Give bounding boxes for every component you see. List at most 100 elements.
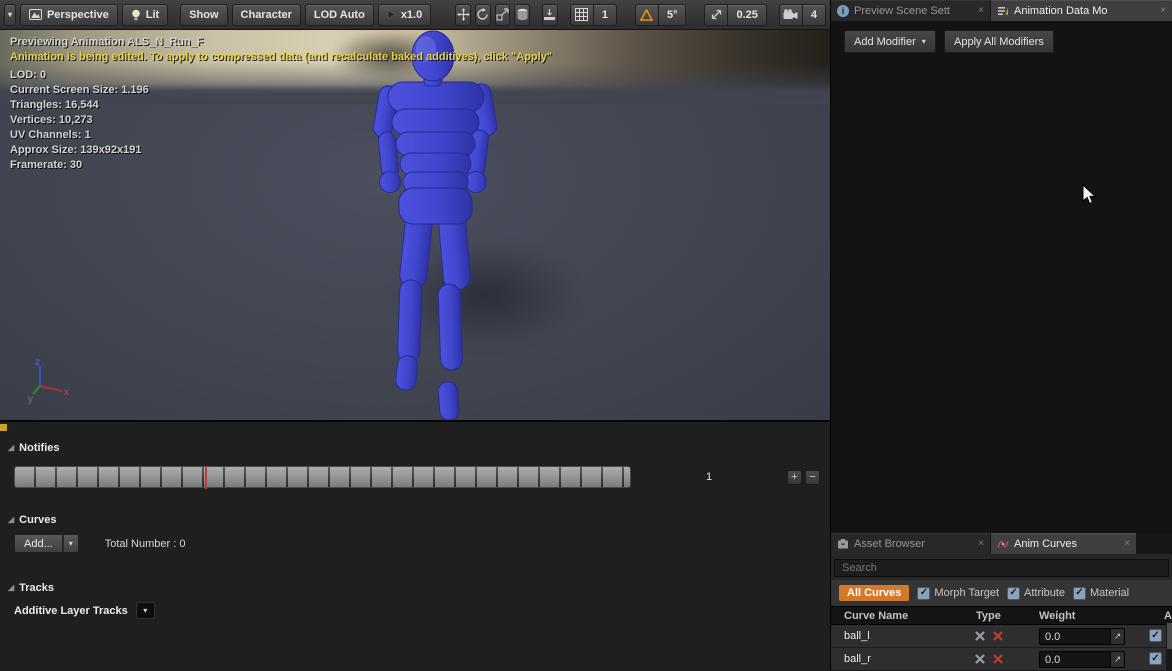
morph-target-filter[interactable]: ✓ Morph Target — [917, 587, 999, 600]
additive-tracks-row: Additive Layer Tracks ▾ — [14, 602, 155, 619]
tab-preview-scene-settings[interactable]: i Preview Scene Sett × — [831, 0, 990, 21]
scrollbar-thumb[interactable] — [1167, 623, 1172, 649]
tab-label: Animation Data Mo — [1014, 5, 1155, 17]
grid-icon — [575, 8, 588, 21]
weight-field[interactable]: 0.0 ↗ — [1039, 651, 1125, 668]
playhead[interactable] — [205, 466, 207, 489]
morph-target-checkbox[interactable]: ✓ — [917, 587, 930, 600]
add-notify-track-button[interactable]: + — [787, 470, 802, 485]
show-label: Show — [189, 9, 218, 21]
attribute-checkbox[interactable]: ✓ — [1007, 587, 1020, 600]
check-icon: ✓ — [1009, 588, 1017, 598]
camera-speed-value: 4 — [811, 9, 817, 21]
curves-add-row: Add... ▾ Total Number : 0 — [14, 534, 185, 553]
playback-speed-button[interactable]: x1.0 — [378, 4, 431, 26]
material-filter[interactable]: ✓ Material — [1073, 587, 1129, 600]
curve-row-ball-r[interactable]: ball_r 0.0 ↗ ✓ — [831, 648, 1172, 671]
chevron-down-icon: ▾ — [143, 607, 147, 615]
chevron-down-icon: ▾ — [69, 540, 73, 548]
rotation-snap-value-button[interactable]: 5° — [659, 4, 687, 26]
panel-accent — [0, 424, 7, 431]
scale-snap-value-button[interactable]: 0.25 — [728, 4, 766, 26]
asset-browser-icon — [837, 538, 849, 550]
scale-tool-button[interactable] — [495, 4, 511, 26]
grid-snap-value-button[interactable]: 1 — [594, 4, 617, 26]
close-icon[interactable]: × — [1124, 539, 1130, 549]
notifies-section-header[interactable]: ◢ Notifies — [8, 442, 60, 454]
right-dock: i Preview Scene Sett × Animation Data Mo… — [830, 0, 1172, 671]
translate-tool-button[interactable] — [455, 4, 471, 26]
curve-list-scrollbar[interactable] — [1166, 622, 1172, 671]
curve-editor-button[interactable]: ↗ — [1110, 629, 1124, 644]
tracks-section-header[interactable]: ◢ Tracks — [8, 582, 54, 594]
lightbulb-icon — [131, 9, 141, 21]
right-top-tabbar: i Preview Scene Sett × Animation Data Mo… — [831, 0, 1172, 21]
auto-checkbox[interactable]: ✓ — [1149, 629, 1162, 642]
morph-target-filter-label: Morph Target — [934, 587, 999, 599]
expander-icon: ◢ — [8, 516, 14, 524]
perspective-button[interactable]: Perspective — [20, 4, 118, 26]
axis-x-label: x — [64, 387, 69, 398]
tab-anim-curves[interactable]: Anim Curves × — [991, 533, 1136, 554]
viewport-stats-overlay: Previewing Animation ALS_N_Run_F Animati… — [10, 35, 552, 173]
tracks-label: Tracks — [19, 582, 54, 594]
scale-snap-button[interactable] — [704, 4, 728, 26]
tab-label: Preview Scene Sett — [854, 5, 973, 17]
tab-asset-browser[interactable]: Asset Browser × — [831, 533, 990, 554]
surface-snap-icon — [543, 8, 556, 21]
check-icon: ✓ — [920, 588, 928, 598]
stat-approx-size: Approx Size: 139x92x191 — [10, 143, 552, 158]
close-icon[interactable]: × — [978, 6, 984, 16]
weight-value: 0.0 — [1040, 631, 1110, 643]
search-input[interactable] — [834, 559, 1169, 577]
lit-button[interactable]: Lit — [122, 4, 168, 26]
column-weight: Weight — [1039, 610, 1075, 622]
axis-gizmo: z x y — [26, 356, 70, 404]
camera-speed-value-button[interactable]: 4 — [803, 4, 826, 26]
diagonal-scale-icon — [710, 8, 723, 21]
right-bottom-tabbar: Asset Browser × Anim Curves × — [831, 533, 1172, 554]
stat-triangles: Triangles: 16,544 — [10, 98, 552, 113]
show-button[interactable]: Show — [180, 4, 227, 26]
lit-label: Lit — [146, 9, 159, 21]
tab-animation-data-modifiers[interactable]: Animation Data Mo × — [991, 0, 1172, 21]
add-curve-dropdown-button[interactable]: ▾ — [63, 534, 79, 553]
character-label: Character — [241, 9, 292, 21]
apply-all-modifiers-button[interactable]: Apply All Modifiers — [944, 30, 1054, 53]
animation-data-modifiers-panel: i Preview Scene Sett × Animation Data Mo… — [831, 0, 1172, 533]
stat-framerate: Framerate: 30 — [10, 158, 552, 173]
rotate-tool-button[interactable] — [475, 4, 491, 26]
grid-snap-group: 1 — [570, 4, 617, 26]
curve-filters: All Curves ✓ Morph Target ✓ Attribute ✓ … — [831, 580, 1172, 606]
rotation-snap-button[interactable] — [635, 4, 659, 26]
all-curves-filter-button[interactable]: All Curves — [839, 585, 909, 601]
tab-label: Anim Curves — [1014, 538, 1119, 550]
coordinate-system-button[interactable] — [514, 4, 530, 26]
attribute-filter-label: Attribute — [1024, 587, 1065, 599]
check-icon: ✓ — [1075, 588, 1083, 598]
camera-speed-button[interactable] — [779, 4, 803, 26]
close-icon[interactable]: × — [978, 539, 984, 549]
curve-row-ball-l[interactable]: ball_l 0.0 ↗ ✓ — [831, 625, 1172, 648]
auto-checkbox[interactable]: ✓ — [1149, 652, 1162, 665]
grid-snap-button[interactable] — [570, 4, 594, 26]
additive-tracks-dropdown-button[interactable]: ▾ — [136, 602, 155, 619]
preview-viewport[interactable]: Previewing Animation ALS_N_Run_F Animati… — [0, 30, 830, 420]
notify-track[interactable] — [14, 466, 631, 488]
curve-editor-button[interactable]: ↗ — [1110, 652, 1124, 667]
add-curve-button[interactable]: Add... — [14, 534, 63, 553]
remove-notify-track-button[interactable]: − — [805, 470, 820, 485]
surface-snap-button[interactable] — [542, 4, 558, 26]
viewport-options-button[interactable]: ▾ — [4, 4, 16, 26]
add-modifier-button[interactable]: Add Modifier ▾ — [844, 30, 936, 53]
axis-z-label: z — [35, 357, 40, 368]
close-icon[interactable]: × — [1160, 6, 1166, 16]
attribute-filter[interactable]: ✓ Attribute — [1007, 587, 1065, 600]
character-button[interactable]: Character — [232, 4, 301, 26]
weight-field[interactable]: 0.0 ↗ — [1039, 628, 1125, 645]
timeline-panel: ◢ Notifies 1 + − ◢ Curves Add... ▾ Total… — [0, 420, 830, 671]
curves-section-header[interactable]: ◢ Curves — [8, 514, 56, 526]
lod-auto-button[interactable]: LOD Auto — [305, 4, 374, 26]
chevron-down-icon: ▾ — [922, 38, 926, 46]
material-checkbox[interactable]: ✓ — [1073, 587, 1086, 600]
